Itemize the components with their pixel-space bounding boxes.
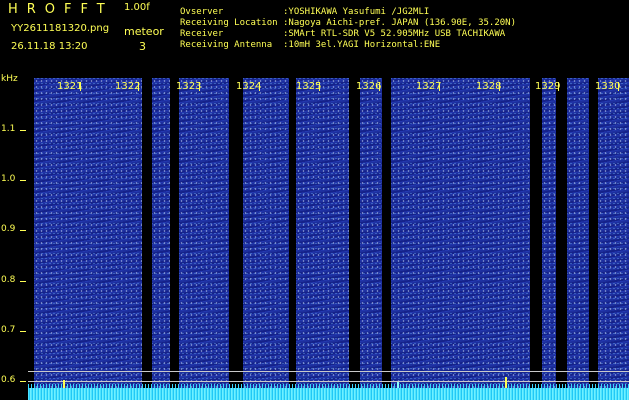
noise-floor — [28, 388, 629, 400]
spectrogram-band — [360, 78, 382, 400]
info-key-location: Receiving Location — [180, 18, 278, 28]
y-tick — [20, 331, 26, 332]
meteor-label: meteor — [124, 25, 164, 38]
spectrogram-band — [243, 78, 289, 400]
time-tick — [259, 82, 260, 91]
time-label: 1325 — [296, 81, 322, 92]
y-tick — [20, 180, 26, 181]
info-value-observer: :YOSHIKAWA Yasufumi /JG2MLI — [283, 7, 430, 17]
spectrogram-band — [567, 78, 589, 400]
info-key-receiver: Receiver — [180, 29, 224, 39]
version-label: 1.00f — [124, 2, 150, 13]
filename-label: YY2611181320.png — [11, 23, 110, 34]
reference-line — [28, 381, 629, 382]
spectrogram-band — [179, 78, 229, 400]
time-tick — [199, 82, 200, 91]
spectrogram-band — [542, 78, 556, 400]
y-tick-label: 0.7 — [1, 325, 16, 335]
info-value-receiver: :SMArt RTL-SDR V5 52.905MHz USB TACHIKAW… — [283, 29, 506, 39]
datetime-label: 26.11.18 13:20 — [11, 41, 88, 52]
y-tick-label: 0.8 — [1, 275, 16, 285]
reference-line — [28, 371, 629, 372]
info-value-antenna: :10mH 3el.YAGI Horizontal:ENE — [283, 40, 441, 50]
y-tick-label: 0.6 — [1, 375, 16, 385]
time-tick — [439, 82, 440, 91]
app-title: HROFFT — [8, 2, 114, 17]
info-key-observer: Ovserver — [180, 7, 224, 17]
time-label: 1328 — [476, 81, 502, 92]
info-key-antenna: Receiving Antenna — [180, 40, 273, 50]
spectrogram-band — [296, 78, 349, 400]
time-label: 1326 — [356, 81, 382, 92]
spectrogram-band — [152, 78, 170, 400]
time-label: 1330 — [595, 81, 621, 92]
spectrogram-band — [34, 78, 142, 400]
time-tick — [379, 82, 380, 91]
y-tick-label: 0.9 — [1, 224, 16, 234]
time-tick — [499, 82, 500, 91]
info-value-location: :Nagoya Aichi-pref. JAPAN (136.90E, 35.2… — [283, 18, 516, 28]
y-tick — [20, 130, 26, 131]
y-tick-label: 1.1 — [1, 124, 16, 134]
time-tick — [319, 82, 320, 91]
time-label: 1323 — [176, 81, 202, 92]
time-label: 1327 — [416, 81, 442, 92]
y-tick-label: 1.0 — [1, 174, 16, 184]
meteor-spike — [397, 382, 399, 388]
time-label: 1321 — [57, 81, 83, 92]
meteor-count: 3 — [139, 40, 146, 53]
meteor-spike — [505, 377, 507, 388]
y-tick — [20, 381, 26, 382]
time-label: 1322 — [115, 81, 141, 92]
time-label: 1329 — [535, 81, 561, 92]
y-tick — [20, 230, 26, 231]
time-tick — [618, 82, 619, 91]
spectrogram-band — [598, 78, 629, 400]
y-tick — [20, 281, 26, 282]
time-tick — [138, 82, 139, 91]
time-tick — [558, 82, 559, 91]
spectrogram-band — [391, 78, 530, 400]
meteor-spike — [63, 380, 65, 388]
time-tick — [80, 82, 81, 91]
spectrogram: 1321 1322 1323 1324 1325 1326 1327 1328 … — [28, 78, 629, 400]
time-label: 1324 — [236, 81, 262, 92]
y-axis-unit: kHz — [1, 74, 18, 84]
